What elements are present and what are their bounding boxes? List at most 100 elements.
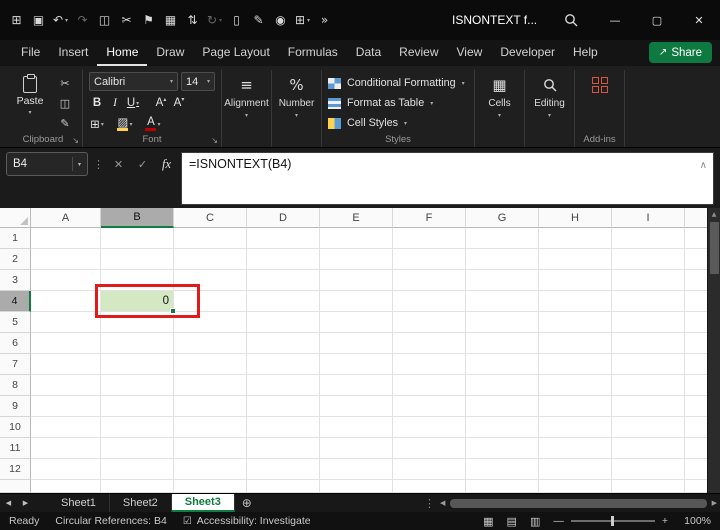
cell-D5[interactable] bbox=[247, 312, 320, 333]
collapse-formula-bar-icon[interactable]: ∧ bbox=[700, 157, 707, 174]
cell-E6[interactable] bbox=[320, 333, 393, 354]
cell-C11[interactable] bbox=[174, 438, 247, 459]
vertical-scrollbar-thumb[interactable] bbox=[709, 222, 719, 274]
search-icon[interactable] bbox=[562, 11, 580, 29]
cell-partial[interactable] bbox=[466, 480, 539, 493]
cell-H3[interactable] bbox=[539, 270, 612, 291]
cell-D12[interactable] bbox=[247, 459, 320, 480]
horizontal-scrollbar-thumb[interactable] bbox=[450, 498, 707, 508]
cell-I6[interactable] bbox=[612, 333, 685, 354]
font-color-button[interactable]: A ▾ bbox=[145, 115, 161, 133]
column-header-I[interactable]: I bbox=[612, 208, 685, 228]
cell-C12[interactable] bbox=[174, 459, 247, 480]
cell-B11[interactable] bbox=[101, 438, 174, 459]
decrease-font-button[interactable]: A ▾ bbox=[171, 94, 187, 112]
cell-E2[interactable] bbox=[320, 249, 393, 270]
cell-E1[interactable] bbox=[320, 228, 393, 249]
cell-E9[interactable] bbox=[320, 396, 393, 417]
cell-I2[interactable] bbox=[612, 249, 685, 270]
clipboard-dialog-launcher[interactable]: ↘ bbox=[72, 136, 79, 145]
cancel-icon[interactable]: ✕ bbox=[109, 152, 128, 176]
tab-file[interactable]: File bbox=[12, 41, 49, 66]
cell-F2[interactable] bbox=[393, 249, 466, 270]
cell-G5[interactable] bbox=[466, 312, 539, 333]
cell-A2[interactable] bbox=[31, 249, 101, 270]
cell-D7[interactable] bbox=[247, 354, 320, 375]
format-painter-icon[interactable]: ✎ bbox=[54, 114, 76, 132]
row-header-5[interactable]: 5 bbox=[0, 312, 31, 333]
tab-help[interactable]: Help bbox=[564, 41, 607, 66]
cell-H5[interactable] bbox=[539, 312, 612, 333]
cell-D1[interactable] bbox=[247, 228, 320, 249]
cell-F8[interactable] bbox=[393, 375, 466, 396]
row-header-3[interactable]: 3 bbox=[0, 270, 31, 291]
row-header-4[interactable]: 4 bbox=[0, 291, 31, 312]
zoom-level[interactable]: 100% bbox=[681, 515, 711, 527]
cell-G12[interactable] bbox=[466, 459, 539, 480]
cell-G11[interactable] bbox=[466, 438, 539, 459]
window-icon[interactable]: ⊞ bbox=[6, 8, 27, 32]
cell-H8[interactable] bbox=[539, 375, 612, 396]
cell-A5[interactable] bbox=[31, 312, 101, 333]
cell-E11[interactable] bbox=[320, 438, 393, 459]
horizontal-scrollbar[interactable]: ⋮ ◀ ▶ bbox=[424, 494, 717, 512]
cell-partial[interactable] bbox=[31, 480, 101, 493]
cell-D4[interactable] bbox=[247, 291, 320, 312]
formula-input[interactable]: =ISNONTEXT(B4) ∧ bbox=[181, 152, 714, 205]
cell-A9[interactable] bbox=[31, 396, 101, 417]
format-as-table-button[interactable]: Format as Table ▾ bbox=[328, 94, 468, 112]
cell-A1[interactable] bbox=[31, 228, 101, 249]
cell-B1[interactable] bbox=[101, 228, 174, 249]
scroll-left-icon[interactable]: ◀ bbox=[440, 499, 445, 507]
cell-D3[interactable] bbox=[247, 270, 320, 291]
zoom-out-button[interactable]: — bbox=[553, 515, 564, 527]
fill-handle[interactable] bbox=[170, 308, 176, 314]
cell-B10[interactable] bbox=[101, 417, 174, 438]
close-button[interactable]: ✕ bbox=[678, 0, 720, 40]
new-file-icon[interactable]: ▯ bbox=[226, 8, 247, 32]
cell-partial[interactable] bbox=[174, 480, 247, 493]
cell-A10[interactable] bbox=[31, 417, 101, 438]
borders-button[interactable]: ⊞ ▾ bbox=[89, 115, 105, 133]
column-header-F[interactable]: F bbox=[393, 208, 466, 228]
underline-button[interactable]: U ▾ bbox=[125, 94, 141, 112]
page-break-view-icon[interactable]: ▥ bbox=[530, 515, 540, 528]
cell-I9[interactable] bbox=[612, 396, 685, 417]
cell-C9[interactable] bbox=[174, 396, 247, 417]
cell-I11[interactable] bbox=[612, 438, 685, 459]
cell-G8[interactable] bbox=[466, 375, 539, 396]
cell-I7[interactable] bbox=[612, 354, 685, 375]
save-icon[interactable]: ▣ bbox=[28, 8, 49, 32]
column-header-B[interactable]: B bbox=[101, 208, 174, 228]
cell-G10[interactable] bbox=[466, 417, 539, 438]
cell-I5[interactable] bbox=[612, 312, 685, 333]
cell-E5[interactable] bbox=[320, 312, 393, 333]
insert-function-button[interactable]: fx bbox=[157, 152, 176, 176]
italic-button[interactable]: I bbox=[107, 94, 123, 112]
cell-A12[interactable] bbox=[31, 459, 101, 480]
row-header-11[interactable]: 11 bbox=[0, 438, 31, 459]
tab-developer[interactable]: Developer bbox=[491, 41, 564, 66]
cell-styles-button[interactable]: Cell Styles ▾ bbox=[328, 114, 468, 132]
tab-formulas[interactable]: Formulas bbox=[279, 41, 347, 66]
maximize-button[interactable]: ▢ bbox=[636, 0, 678, 40]
tab-review[interactable]: Review bbox=[390, 41, 447, 66]
scroll-right-icon[interactable]: ▶ bbox=[712, 499, 717, 507]
sheet-nav-right-icon[interactable]: ▶ bbox=[17, 494, 34, 512]
bold-button[interactable]: B bbox=[89, 94, 105, 112]
sheetbar-drag-handle[interactable]: ⋮ bbox=[424, 497, 435, 510]
cell-A11[interactable] bbox=[31, 438, 101, 459]
sort-icon[interactable]: ⇅ bbox=[182, 8, 203, 32]
cell-partial[interactable] bbox=[320, 480, 393, 493]
cell-C6[interactable] bbox=[174, 333, 247, 354]
cell-D9[interactable] bbox=[247, 396, 320, 417]
cell-partial[interactable] bbox=[539, 480, 612, 493]
cell-I8[interactable] bbox=[612, 375, 685, 396]
select-all-corner[interactable] bbox=[0, 208, 31, 228]
pen-icon[interactable]: ✎ bbox=[248, 8, 269, 32]
cell-D2[interactable] bbox=[247, 249, 320, 270]
addins-group[interactable]: Add-ins bbox=[575, 70, 625, 147]
row-header-6[interactable]: 6 bbox=[0, 333, 31, 354]
cell-H2[interactable] bbox=[539, 249, 612, 270]
cell-G1[interactable] bbox=[466, 228, 539, 249]
